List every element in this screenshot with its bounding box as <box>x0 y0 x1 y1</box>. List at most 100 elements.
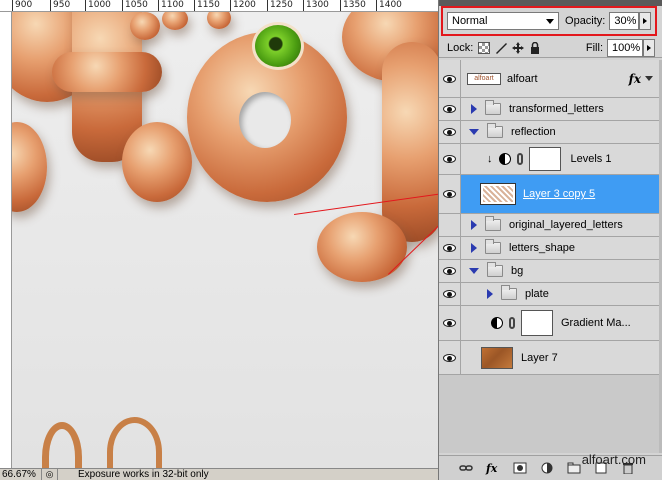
opacity-field[interactable]: 30% <box>609 12 640 30</box>
layer-row-gradient-map[interactable]: Gradient Ma... <box>439 306 659 341</box>
ruler-tick: 1250 <box>267 0 293 11</box>
blend-opacity-row: Normal Opacity: 30% <box>441 6 657 36</box>
layer-row-layer-3-copy-5[interactable]: Layer 3 copy 5 <box>439 175 659 214</box>
letter-blob <box>12 122 47 212</box>
fx-icon[interactable]: fx <box>486 462 500 475</box>
layer-name: alfoart <box>507 72 538 85</box>
fx-icon[interactable]: fx <box>629 72 641 86</box>
layer-row-alfoart[interactable]: alfoart alfoart fx <box>439 60 659 98</box>
eye-icon <box>443 290 456 298</box>
folder-icon <box>485 216 501 231</box>
visibility-toggle[interactable] <box>439 237 461 259</box>
layer-name: transformed_letters <box>509 103 604 115</box>
lock-transparent-icon[interactable] <box>478 41 491 54</box>
layer-name: reflection <box>511 126 556 138</box>
opacity-slider-button[interactable] <box>639 12 651 30</box>
visibility-toggle[interactable] <box>439 306 461 340</box>
eye-icon <box>443 105 456 113</box>
eye-icon <box>443 267 456 275</box>
new-group-icon[interactable] <box>567 462 581 474</box>
ornament-curl <box>42 422 82 468</box>
ruler-tick: 1400 <box>376 0 402 11</box>
adjustment-layer-icon[interactable] <box>540 462 554 474</box>
ruler-tick: 1000 <box>85 0 111 11</box>
layer-name: letters_shape <box>509 242 576 254</box>
collapse-arrow-icon[interactable] <box>469 129 479 135</box>
visibility-toggle[interactable] <box>439 260 461 282</box>
layers-panel: Normal Opacity: 30% Lock: Fill: 100% alf… <box>438 0 662 480</box>
layer-thumbnail: alfoart <box>467 72 501 85</box>
folder-icon <box>487 262 503 277</box>
eye-icon <box>443 244 456 252</box>
layer-name: plate <box>525 288 549 300</box>
adjustment-layer-icon <box>498 153 511 165</box>
expand-arrow-icon[interactable] <box>487 289 493 299</box>
collapse-arrow-icon[interactable] <box>469 268 479 274</box>
link-chain-icon[interactable] <box>516 153 523 165</box>
visibility-toggle[interactable] <box>439 98 461 120</box>
layer-name: Levels 1 <box>570 153 612 165</box>
add-mask-icon[interactable] <box>513 462 527 474</box>
letter-blob <box>122 122 192 202</box>
lock-brush-icon[interactable] <box>495 42 508 54</box>
expand-arrow-icon[interactable] <box>471 243 477 253</box>
visibility-toggle[interactable] <box>439 283 461 305</box>
layer-name: Gradient Ma... <box>561 317 631 329</box>
layer-row-levels-1[interactable]: ↓ Levels 1 <box>439 144 659 175</box>
lock-row: Lock: Fill: 100% <box>439 38 662 58</box>
folder-icon <box>501 285 517 300</box>
lock-all-icon[interactable] <box>529 41 541 54</box>
horizontal-ruler: 900 950 1000 1050 1100 1150 1200 1250 13… <box>0 0 438 12</box>
eye-icon <box>443 128 456 136</box>
layer-name: Layer 7 <box>521 351 558 364</box>
ruler-tick: 1150 <box>194 0 220 11</box>
blend-mode-value: Normal <box>452 15 488 27</box>
layer-name: bg <box>511 265 524 277</box>
fill-field[interactable]: 100% <box>607 38 643 57</box>
status-bar: 66.67% ◎ Exposure works in 32-bit only <box>0 468 438 480</box>
folder-icon <box>485 239 501 254</box>
layer-row-bg[interactable]: bg <box>439 260 659 283</box>
document-canvas[interactable] <box>12 12 438 468</box>
link-layers-icon[interactable] <box>459 462 473 474</box>
layer-row-letters-shape[interactable]: letters_shape <box>439 237 659 260</box>
layer-row-original-layered-letters[interactable]: original_layered_letters <box>439 214 659 237</box>
letter-j-curl <box>317 212 407 282</box>
lock-label: Lock: <box>447 41 474 54</box>
visibility-toggle[interactable] <box>439 341 461 374</box>
visibility-toggle[interactable] <box>439 175 461 213</box>
vertical-ruler <box>0 12 12 468</box>
ruler-tick: 1300 <box>303 0 329 11</box>
lock-move-icon[interactable] <box>512 41 525 54</box>
layer-row-transformed-letters[interactable]: transformed_letters <box>439 98 659 121</box>
status-message: Exposure works in 32-bit only <box>78 469 209 480</box>
photoshop-window: 900 950 1000 1050 1100 1150 1200 1250 13… <box>0 0 662 480</box>
visibility-toggle[interactable] <box>439 144 461 174</box>
adjustment-layer-icon <box>491 317 503 329</box>
letter-bump <box>130 12 160 40</box>
visibility-toggle[interactable] <box>439 121 461 143</box>
chevron-down-icon <box>546 19 555 24</box>
ruler-tick: 900 <box>12 0 32 11</box>
layer-thumbnail <box>480 183 516 205</box>
fill-slider-button[interactable] <box>643 38 655 57</box>
letter-bump <box>162 12 188 30</box>
eye-icon <box>443 190 456 198</box>
zoom-level[interactable]: 66.67% <box>0 469 42 480</box>
ruler-tick: 1200 <box>230 0 256 11</box>
expand-arrow-icon[interactable] <box>471 220 477 230</box>
visibility-toggle[interactable] <box>439 214 461 236</box>
eye-icon <box>443 319 456 327</box>
chevron-down-icon[interactable] <box>645 76 653 81</box>
layer-row-layer-7[interactable]: Layer 7 <box>439 341 659 375</box>
link-chain-icon[interactable] <box>509 317 515 329</box>
layer-thumbnail <box>481 346 513 369</box>
blend-mode-select[interactable]: Normal <box>447 12 560 30</box>
letter-j <box>382 42 438 242</box>
layer-row-reflection[interactable]: reflection <box>439 121 659 144</box>
info-menu-icon[interactable]: ◎ <box>42 469 58 480</box>
layer-row-plate[interactable]: plate <box>439 283 659 306</box>
layer-mask-thumbnail <box>521 310 553 336</box>
expand-arrow-icon[interactable] <box>471 104 477 114</box>
visibility-toggle[interactable] <box>439 60 461 97</box>
